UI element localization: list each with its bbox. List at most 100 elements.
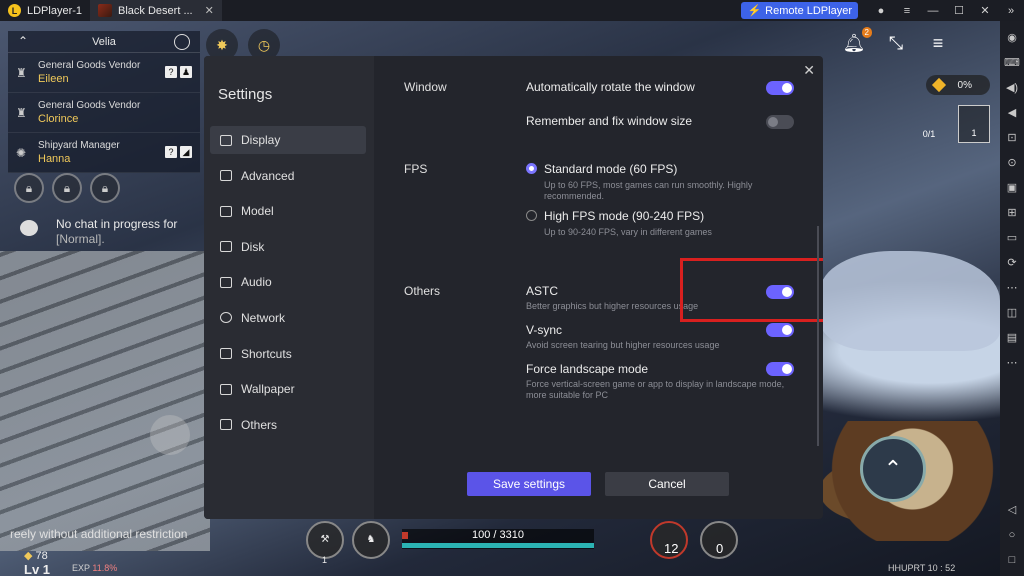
nav-item-model[interactable]: Model: [210, 197, 366, 225]
slot-fraction: 0/1: [922, 129, 936, 139]
multi-instance-icon[interactable]: ▤: [1000, 325, 1024, 350]
landscape-toggle[interactable]: [766, 362, 794, 376]
chat-icon[interactable]: [20, 220, 38, 236]
nav-item-advanced[interactable]: Advanced: [210, 162, 366, 190]
collapse-icon[interactable]: ⤡: [882, 29, 910, 57]
operation-icon[interactable]: ⋯: [1000, 275, 1024, 300]
recent-apps-icon[interactable]: □: [1000, 547, 1024, 572]
standard-fps-label: Standard mode (60 FPS): [544, 162, 678, 176]
save-settings-button[interactable]: Save settings: [467, 472, 591, 496]
virtual-joystick[interactable]: [150, 415, 190, 455]
close-icon[interactable]: ✕: [803, 62, 815, 79]
system-message: reely without additional restriction: [10, 527, 188, 541]
percent-value: 0%: [957, 79, 972, 91]
shake-icon[interactable]: ◫: [1000, 300, 1024, 325]
record-icon[interactable]: ▣: [1000, 175, 1024, 200]
exp-label: EXP: [72, 563, 90, 573]
right-hud-icons: 🔔︎ 2 ⤡ ≡: [840, 27, 952, 57]
npc-row[interactable]: ✺ Shipyard Manager Hanna ? ◢: [8, 133, 200, 173]
keyboard-icon[interactable]: ⌨: [1000, 50, 1024, 75]
percent-indicator[interactable]: 0%: [926, 75, 990, 95]
npc-name: Clorince: [38, 113, 79, 125]
location-header: ⌃ Velia: [8, 31, 200, 53]
lock-icon[interactable]: 🔒︎: [90, 173, 120, 203]
sync-icon[interactable]: ⟳: [1000, 250, 1024, 275]
display-icon: [220, 134, 232, 146]
npc-name: Hanna: [38, 153, 71, 165]
high-fps-radio[interactable]: [526, 210, 537, 221]
tab-black-desert[interactable]: Black Desert ... ✕: [90, 0, 222, 21]
item-slot[interactable]: 1: [958, 105, 990, 143]
cancel-button[interactable]: Cancel: [605, 472, 729, 496]
nav-item-display[interactable]: Display: [210, 126, 366, 154]
npc-title: General Goods Vendor: [38, 100, 141, 111]
high-fps-desc: Up to 90-240 FPS, vary in different game…: [544, 227, 712, 237]
scrollbar[interactable]: [817, 226, 819, 446]
hamburger-menu-icon[interactable]: ≡: [924, 29, 952, 57]
volume-down-icon[interactable]: ◀: [1000, 100, 1024, 125]
npc-row[interactable]: ♜ General Goods Vendor Clorince: [8, 93, 200, 133]
pet-slot[interactable]: 0/1: [914, 105, 944, 139]
lock-icon[interactable]: 🔒︎: [14, 173, 44, 203]
location-icon[interactable]: ⊙: [1000, 150, 1024, 175]
folder-icon[interactable]: ▭: [1000, 225, 1024, 250]
bell-icon[interactable]: 🔔︎ 2: [840, 27, 872, 57]
npc-title: Shipyard Manager: [38, 140, 120, 151]
nav-item-others[interactable]: Others: [210, 411, 366, 439]
nav-item-shortcuts[interactable]: Shortcuts: [210, 340, 366, 368]
npc-row[interactable]: ♜ General Goods Vendor Eileen ? ♟: [8, 53, 200, 93]
hp-bar: 100 / 3310: [402, 529, 594, 549]
compass-icon[interactable]: [174, 34, 190, 50]
tab-label: Black Desert ...: [118, 4, 193, 17]
maximize-icon[interactable]: ☐: [946, 0, 972, 21]
section-label-window: Window: [404, 80, 447, 94]
nav-item-wallpaper[interactable]: Wallpaper: [210, 375, 366, 403]
skill-count: 1: [322, 555, 328, 565]
server-time: HHUPRT 10 : 52: [888, 563, 956, 573]
hp-text: 100 / 3310: [472, 529, 524, 541]
nav-item-audio[interactable]: Audio: [210, 268, 366, 296]
section-label-others: Others: [404, 284, 441, 298]
home-icon[interactable]: ○: [1000, 522, 1024, 547]
menu-icon[interactable]: ≡: [894, 0, 920, 21]
tab-ldplayer[interactable]: L LDPlayer-1: [0, 0, 90, 21]
lock-icon[interactable]: 🔒︎: [52, 173, 82, 203]
mount-skill-icon[interactable]: ♞: [352, 521, 390, 559]
more-icon[interactable]: ⋯: [1000, 350, 1024, 375]
screenshot-icon[interactable]: ⊡: [1000, 125, 1024, 150]
chat-line: [Normal].: [56, 232, 105, 246]
close-window-icon[interactable]: ✕: [972, 0, 998, 21]
landscape-desc: Force vertical-screen game or app to dis…: [526, 379, 785, 400]
people-icon: ♟: [180, 66, 192, 78]
astc-label: ASTC: [526, 284, 559, 298]
chevron-up-icon[interactable]: ⌃: [18, 34, 28, 48]
vsync-toggle[interactable]: [766, 323, 794, 337]
nav-label: Advanced: [241, 168, 295, 183]
ship-wheel-icon: ✺: [16, 145, 27, 160]
highlight-box: [680, 258, 823, 322]
standard-fps-radio[interactable]: [526, 163, 537, 174]
nav-item-network[interactable]: Network: [210, 304, 366, 332]
notification-badge: 2: [861, 27, 872, 38]
gamepad-icon[interactable]: ◉: [1000, 25, 1024, 50]
back-icon[interactable]: ◁: [1000, 497, 1024, 522]
nav-item-disk[interactable]: Disk: [210, 233, 366, 261]
nav-label: Others: [241, 417, 278, 432]
settings-sidebar: Settings Display Advanced Model Disk Aud…: [204, 56, 374, 519]
auto-rotate-toggle[interactable]: [766, 81, 794, 95]
expand-icon[interactable]: »: [998, 0, 1024, 21]
apk-icon[interactable]: ⊞: [1000, 200, 1024, 225]
remember-size-toggle[interactable]: [766, 115, 794, 129]
grid-icon: [220, 419, 232, 431]
attack-emblem-icon[interactable]: ⌃: [860, 436, 926, 502]
remote-ldplayer-button[interactable]: ⚡ Remote LDPlayer: [741, 2, 858, 19]
chat-line: No chat in progress for: [56, 217, 178, 231]
axe-skill-icon[interactable]: ⚒ 1: [306, 521, 344, 565]
account-icon[interactable]: ●: [868, 0, 894, 21]
exp-value: 11.8%: [92, 563, 118, 573]
volume-up-icon[interactable]: ◀): [1000, 75, 1024, 100]
nav-label: Network: [241, 310, 286, 325]
audio-icon: [220, 276, 232, 288]
minimize-icon[interactable]: —: [920, 0, 946, 21]
close-icon[interactable]: ✕: [205, 4, 214, 17]
